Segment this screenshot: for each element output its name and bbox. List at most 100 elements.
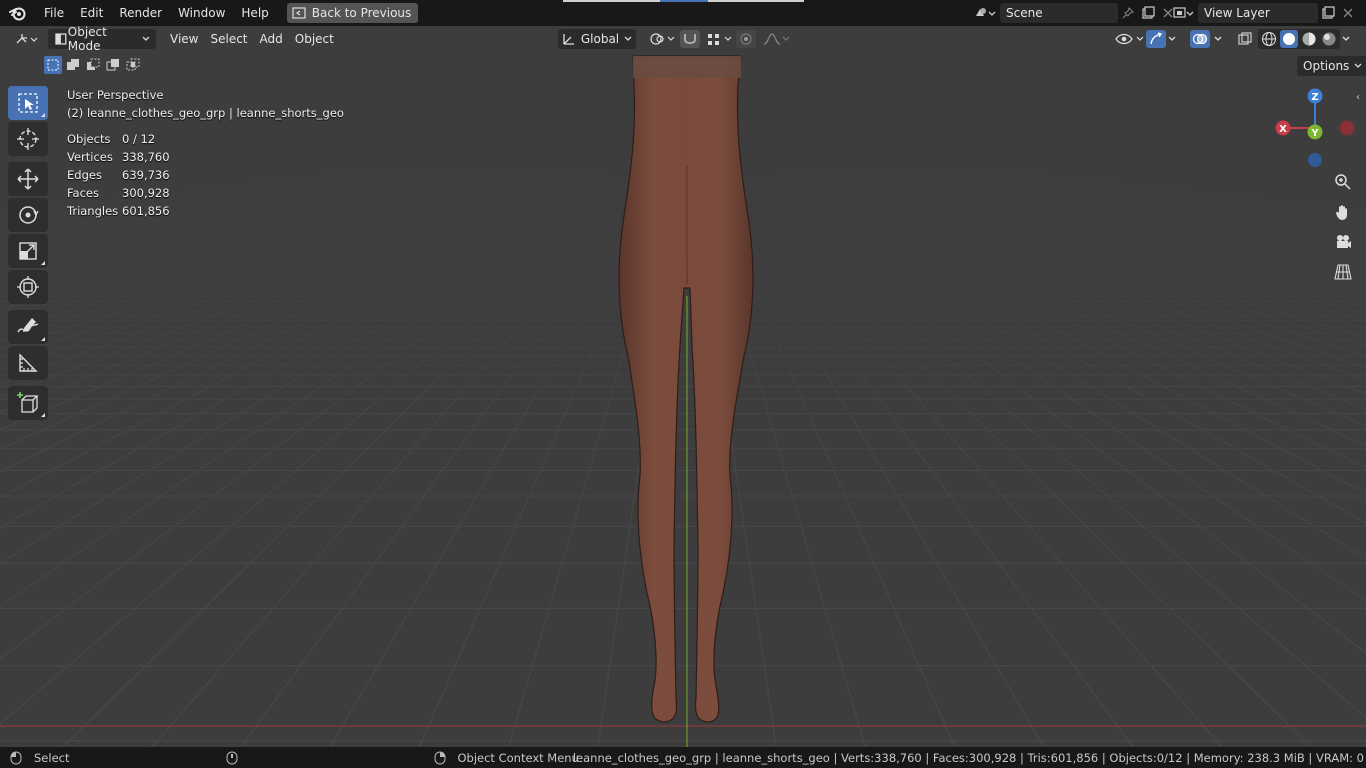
pin-icon[interactable] xyxy=(1118,3,1138,23)
view-layer-selector[interactable]: View Layer xyxy=(1168,3,1358,23)
mode-label: Object Mode xyxy=(67,25,107,53)
scale-icon xyxy=(19,242,37,260)
cursor-tool[interactable] xyxy=(8,122,48,156)
gizmo-toggle-icon xyxy=(1146,30,1166,48)
camera-view-icon[interactable] xyxy=(1331,230,1355,254)
rendered-shading-icon[interactable] xyxy=(1320,30,1338,48)
move-tool[interactable] xyxy=(8,162,48,196)
annotate-tool[interactable] xyxy=(8,310,48,344)
gizmo-dropdown[interactable] xyxy=(1164,29,1180,49)
add-cube-tool[interactable] xyxy=(8,386,48,420)
select-subtract-icon[interactable] xyxy=(84,56,102,74)
scale-tool[interactable] xyxy=(8,234,48,268)
pivot-point-dropdown[interactable] xyxy=(644,29,682,49)
status-middle-mouse-hint xyxy=(226,751,238,765)
magnet-icon xyxy=(680,30,700,48)
scene-icon[interactable] xyxy=(970,3,1000,23)
active-object-path: (2) leanne_clothes_geo_grp | leanne_shor… xyxy=(67,106,344,120)
orientation-icon xyxy=(563,34,574,45)
x-axis-label: X xyxy=(1279,124,1287,135)
stat-row-faces: Faces 300,928 xyxy=(67,184,170,202)
status-select-label: Select xyxy=(34,750,70,765)
stat-value: 639,736 xyxy=(122,168,170,182)
overlays-dropdown[interactable] xyxy=(1210,29,1226,49)
menu-select[interactable]: Select xyxy=(204,29,253,49)
status-select-hint: Select xyxy=(10,751,69,765)
mode-dropdown[interactable]: Object Mode xyxy=(48,25,156,53)
selection-mode-group xyxy=(44,56,142,74)
status-context-menu-label: Object Context Menu xyxy=(457,750,579,765)
menu-add[interactable]: Add xyxy=(254,29,289,49)
falloff-curve-icon xyxy=(763,33,790,45)
scene-selector[interactable]: Scene xyxy=(970,3,1178,23)
navigation-gizmo[interactable]: Z X Y xyxy=(1272,86,1358,172)
select-intersect-icon[interactable] xyxy=(124,56,142,74)
shading-dropdown[interactable] xyxy=(1338,29,1354,49)
rotate-tool[interactable] xyxy=(8,198,48,232)
left-mouse-icon xyxy=(10,751,22,764)
menu-render[interactable]: Render xyxy=(111,2,170,24)
proportional-edit-toggle[interactable] xyxy=(734,29,758,49)
active-workspace-tab[interactable] xyxy=(660,0,708,2)
back-to-previous-button[interactable]: Back to Previous xyxy=(286,3,419,23)
transform-orientation-dropdown[interactable]: Global xyxy=(558,29,636,49)
view-layer-icon[interactable] xyxy=(1168,3,1198,23)
neg-z-axis-handle xyxy=(1308,153,1322,167)
wireframe-shading-icon[interactable] xyxy=(1260,30,1278,48)
menu-view[interactable]: View xyxy=(164,29,204,49)
scene-name: Scene xyxy=(1006,6,1043,20)
stat-label: Triangles xyxy=(67,204,119,218)
editor-type-button[interactable] xyxy=(8,29,44,49)
zoom-icon[interactable] xyxy=(1331,170,1355,194)
stat-row-triangles: Triangles 601,856 xyxy=(67,202,170,220)
select-extend-icon[interactable] xyxy=(64,56,82,74)
xray-icon xyxy=(1238,32,1252,45)
options-dropdown[interactable]: Options xyxy=(1297,56,1366,76)
delete-view-layer-icon[interactable] xyxy=(1338,3,1358,23)
snap-toggle[interactable] xyxy=(678,29,702,49)
select-box-tool[interactable] xyxy=(8,86,48,120)
stat-value: 338,760 xyxy=(122,150,170,164)
blender-logo-icon[interactable] xyxy=(0,0,36,26)
falloff-dropdown[interactable] xyxy=(756,29,796,49)
view-layer-name-field[interactable]: View Layer xyxy=(1198,3,1318,23)
scene-name-field[interactable]: Scene xyxy=(1000,3,1118,23)
measure-tool[interactable] xyxy=(8,346,48,380)
transform-tool[interactable] xyxy=(8,270,48,304)
view-layer-name: View Layer xyxy=(1204,6,1270,20)
perspective-toggle-icon[interactable] xyxy=(1331,260,1355,284)
pivot-icon xyxy=(650,33,675,45)
show-overlays-toggle[interactable] xyxy=(1188,29,1212,49)
menu-file[interactable]: File xyxy=(36,2,72,24)
solid-shading-icon[interactable] xyxy=(1280,30,1298,48)
back-to-previous-label: Back to Previous xyxy=(311,6,412,20)
y-axis-label: Y xyxy=(1310,128,1319,139)
menu-edit[interactable]: Edit xyxy=(72,2,111,24)
status-context-menu-hint: Object Context Menu xyxy=(434,750,579,765)
viewport-header: Object Mode View Select Add Object Globa… xyxy=(0,25,1366,53)
material-preview-icon[interactable] xyxy=(1300,30,1318,48)
xray-toggle[interactable] xyxy=(1234,29,1256,49)
chevron-down-icon xyxy=(1214,36,1222,41)
select-box-icon xyxy=(18,93,38,113)
select-new-icon[interactable] xyxy=(44,56,62,74)
stat-label: Vertices xyxy=(67,150,113,164)
viewport-info-overlay: User Perspective (2) leanne_clothes_geo_… xyxy=(67,86,344,220)
transform-icon xyxy=(17,276,39,298)
stat-value: 601,856 xyxy=(122,204,170,218)
menu-window[interactable]: Window xyxy=(170,2,233,24)
chevron-down-icon xyxy=(624,36,632,41)
chevron-down-icon xyxy=(1168,36,1176,41)
pan-hand-icon[interactable] xyxy=(1331,200,1355,224)
stat-label: Edges xyxy=(67,168,102,182)
new-scene-icon[interactable] xyxy=(1138,3,1158,23)
middle-mouse-icon xyxy=(226,751,238,764)
back-icon xyxy=(292,7,306,19)
stat-row-edges: Edges 639,736 xyxy=(67,166,170,184)
tool-shelf xyxy=(8,86,48,422)
workspace-tabs[interactable] xyxy=(563,0,804,2)
menu-object[interactable]: Object xyxy=(289,29,340,49)
menu-help[interactable]: Help xyxy=(233,2,276,24)
new-view-layer-icon[interactable] xyxy=(1318,3,1338,23)
select-invert-icon[interactable] xyxy=(104,56,122,74)
